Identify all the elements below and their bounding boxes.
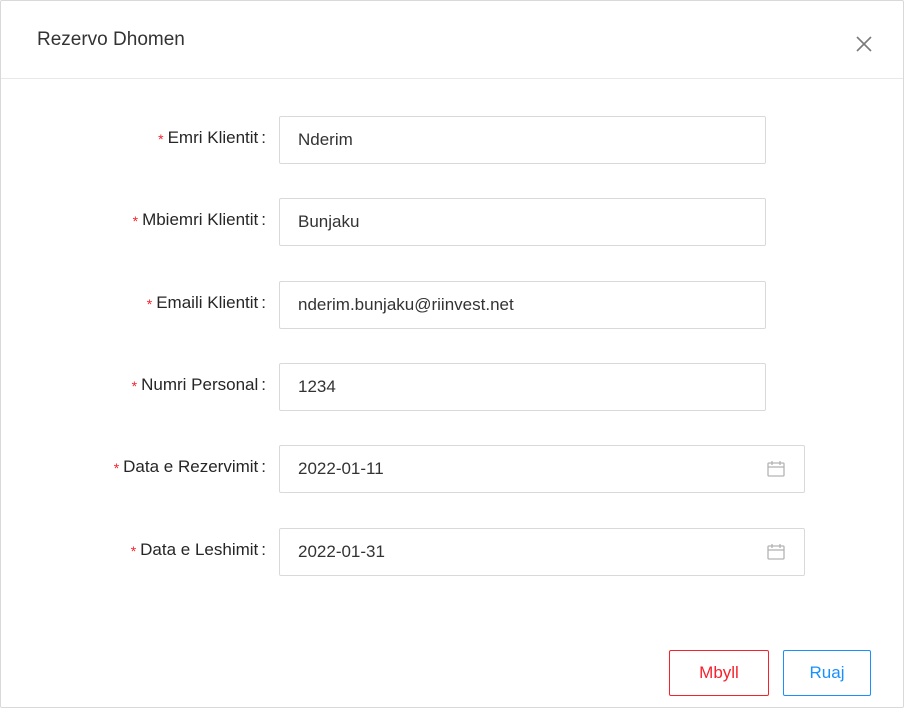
label-colon: : bbox=[261, 457, 266, 476]
label-colon: : bbox=[261, 293, 266, 312]
reservation-modal: Rezervo Dhomen * Emri Klientit : * Mbiem… bbox=[0, 0, 904, 708]
required-mark: * bbox=[113, 460, 120, 476]
save-button[interactable]: Ruaj bbox=[783, 650, 871, 696]
first-name-label-text: Emri Klientit bbox=[167, 128, 259, 147]
release-date-label: * Data e Leshimit : bbox=[131, 540, 267, 560]
release-date-label-text: Data e Leshimit bbox=[140, 540, 259, 559]
release-date-picker[interactable] bbox=[279, 528, 805, 576]
form-row-release-date: * Data e Leshimit : bbox=[1, 528, 903, 576]
required-mark: * bbox=[146, 296, 153, 312]
modal-title: Rezervo Dhomen bbox=[37, 29, 185, 50]
last-name-label-text: Mbiemri Klientit bbox=[142, 210, 259, 229]
required-mark: * bbox=[130, 543, 137, 559]
email-label: * Emaili Klientit : bbox=[147, 293, 267, 313]
first-name-input[interactable] bbox=[279, 116, 766, 164]
label-colon: : bbox=[261, 375, 266, 394]
modal-footer: Mbyll Ruaj bbox=[1, 631, 903, 709]
form-row-first-name: * Emri Klientit : bbox=[1, 116, 903, 164]
personal-number-input[interactable] bbox=[279, 363, 766, 411]
reservation-date-picker[interactable] bbox=[279, 445, 805, 493]
form-row-personal-number: * Numri Personal : bbox=[1, 363, 903, 411]
last-name-label: * Mbiemri Klientit : bbox=[133, 210, 267, 230]
reservation-date-input[interactable] bbox=[280, 446, 776, 492]
close-button[interactable]: Mbyll bbox=[669, 650, 769, 696]
label-colon: : bbox=[261, 128, 266, 147]
last-name-input[interactable] bbox=[279, 198, 766, 246]
label-colon: : bbox=[261, 210, 266, 229]
required-mark: * bbox=[131, 378, 138, 394]
form-row-reservation-date: * Data e Rezervimit : bbox=[1, 445, 903, 493]
email-label-text: Emaili Klientit bbox=[156, 293, 259, 312]
calendar-icon[interactable] bbox=[766, 459, 786, 479]
release-date-input[interactable] bbox=[280, 529, 776, 575]
form-row-last-name: * Mbiemri Klientit : bbox=[1, 198, 903, 246]
required-mark: * bbox=[158, 131, 164, 147]
form-row-email: * Emaili Klientit : bbox=[1, 281, 903, 329]
required-mark: * bbox=[132, 213, 139, 229]
modal-header: Rezervo Dhomen bbox=[1, 1, 903, 79]
label-colon: : bbox=[261, 540, 266, 559]
reservation-date-label: * Data e Rezervimit : bbox=[114, 457, 267, 477]
first-name-label: * Emri Klientit : bbox=[158, 128, 267, 148]
calendar-icon[interactable] bbox=[766, 542, 786, 562]
email-input[interactable] bbox=[279, 281, 766, 329]
reservation-date-label-text: Data e Rezervimit bbox=[123, 457, 259, 476]
close-icon[interactable] bbox=[851, 31, 877, 57]
personal-number-label: * Numri Personal : bbox=[132, 375, 267, 395]
personal-number-label-text: Numri Personal bbox=[141, 375, 259, 394]
